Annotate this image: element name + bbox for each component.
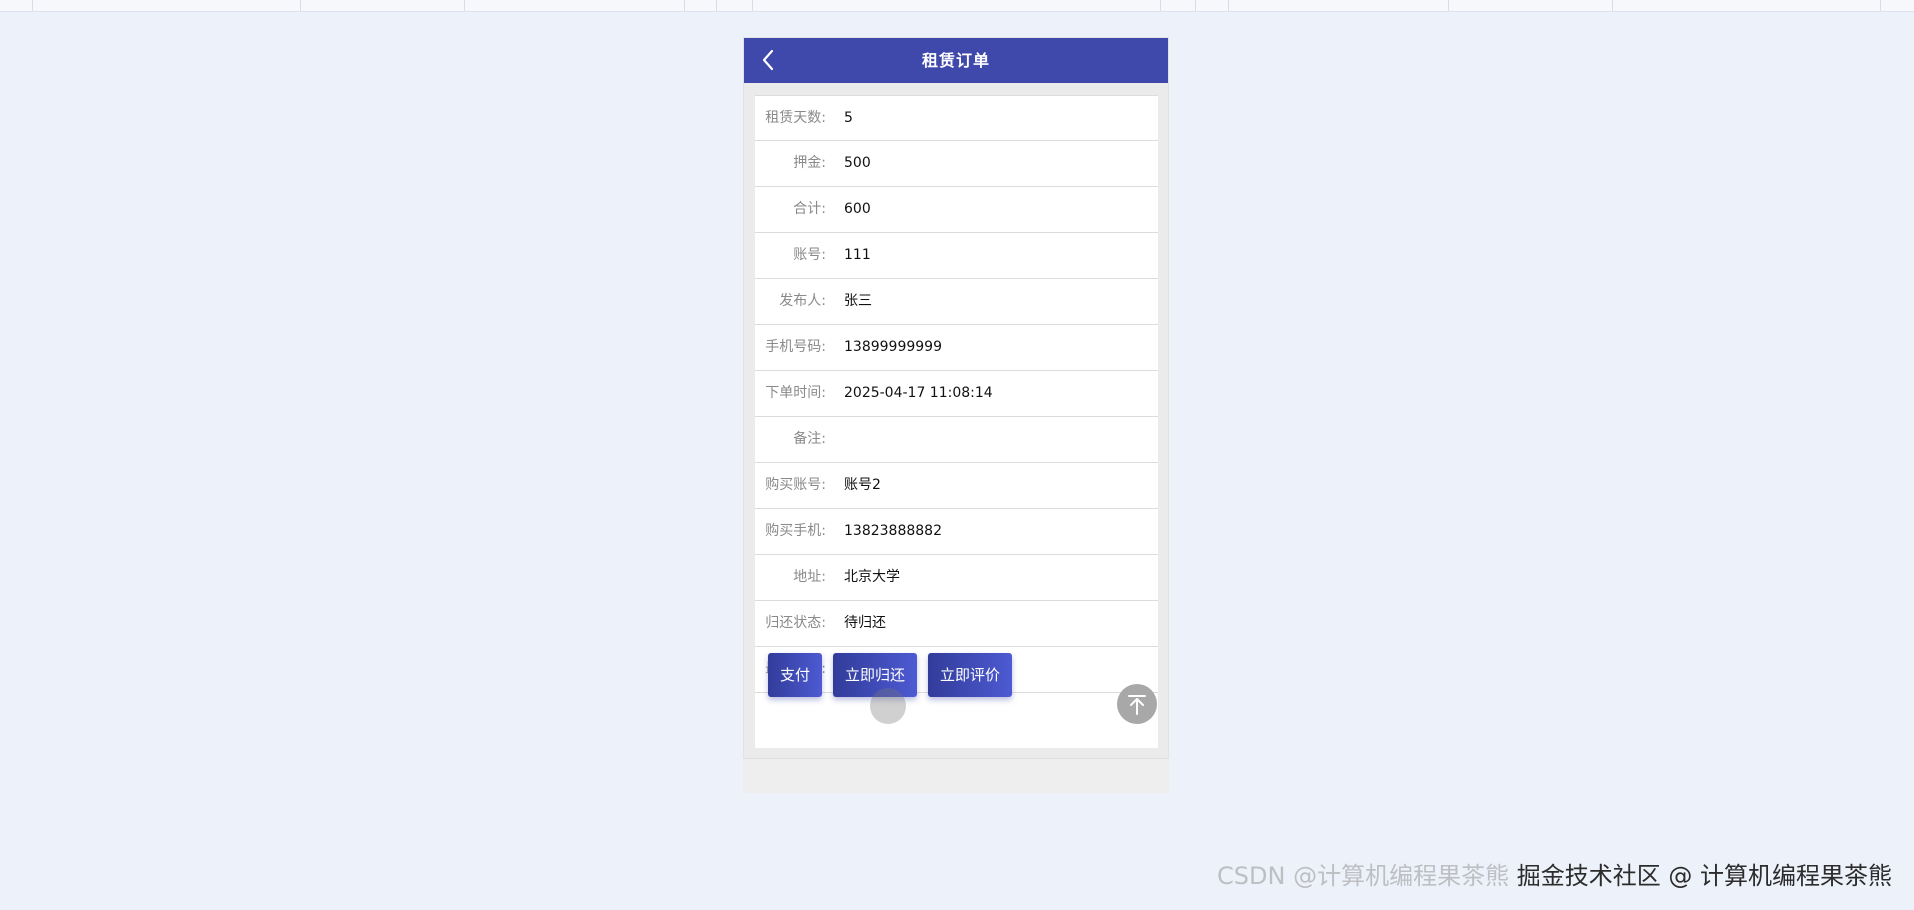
detail-row-phone: 手机号码: 13899999999 [755, 324, 1158, 369]
field-label: 租赁天数: [765, 110, 826, 126]
back-to-top-button[interactable] [1117, 684, 1157, 724]
phone-footer-bar [743, 758, 1169, 793]
page-title: 租赁订单 [921, 51, 990, 70]
field-label: 归还状态: [765, 615, 826, 631]
detail-row-buyer-phone: 购买手机: 13823888882 [755, 508, 1158, 553]
field-value: 待归还 [844, 615, 886, 631]
field-label: 发布人: [779, 293, 826, 309]
field-value: 2025-04-17 11:08:14 [844, 385, 993, 401]
detail-row-rental-days: 租赁天数: 5 [755, 95, 1158, 140]
detail-row-order-time: 下单时间: 2025-04-17 11:08:14 [755, 370, 1158, 415]
detail-row-account: 账号: 111 [755, 232, 1158, 277]
field-value: 13823888882 [844, 523, 942, 539]
watermark: CSDN @计算机编程果茶熊 掘金技术社区 @ 计算机编程果茶熊 [1217, 856, 1892, 891]
detail-row-total: 合计: 600 [755, 186, 1158, 231]
field-value: 111 [844, 247, 871, 263]
top-nav-bar: 租赁订单 [744, 38, 1168, 83]
field-value: 500 [844, 155, 871, 171]
detail-row-remark: 备注: [755, 416, 1158, 461]
top-table-strip [0, 0, 1914, 12]
field-value: 5 [844, 110, 853, 126]
field-label: 备注: [793, 431, 826, 447]
field-label: 购买手机: [765, 523, 826, 539]
field-value: 张三 [844, 293, 872, 309]
field-label: 账号: [793, 247, 826, 263]
table-column-divider [684, 0, 685, 11]
table-column-divider [716, 0, 717, 11]
pay-button[interactable]: 支付 [768, 653, 822, 697]
table-column-divider [1448, 0, 1449, 11]
field-label: 下单时间: [765, 385, 826, 401]
table-column-divider [464, 0, 465, 11]
detail-row-address: 地址: 北京大学 [755, 554, 1158, 599]
field-value: 账号2 [844, 477, 881, 493]
watermark-main-text: 掘金技术社区 @ 计算机编程果茶熊 [1516, 862, 1892, 890]
detail-row-publisher: 发布人: 张三 [755, 278, 1158, 323]
field-value: 600 [844, 201, 871, 217]
order-detail-panel: 租赁天数: 5 押金: 500 合计: 600 账号: 111 发布人: 张三 … [755, 95, 1158, 748]
review-now-button[interactable]: 立即评价 [928, 653, 1012, 697]
click-ripple [870, 688, 906, 724]
arrow-to-top-icon [1128, 695, 1146, 715]
table-column-divider [32, 0, 33, 11]
field-value: 13899999999 [844, 339, 942, 355]
return-now-button[interactable]: 立即归还 [833, 653, 917, 697]
field-label: 押金: [793, 155, 826, 171]
field-label: 手机号码: [765, 339, 826, 355]
table-column-divider [300, 0, 301, 11]
field-label: 合计: [793, 201, 826, 217]
field-label: 地址: [793, 569, 826, 585]
table-column-divider [1195, 0, 1196, 11]
detail-row-deposit: 押金: 500 [755, 140, 1158, 185]
table-column-divider [1880, 0, 1881, 11]
watermark-ghost-text: CSDN @计算机编程果茶熊 [1217, 862, 1510, 890]
table-column-divider [1228, 0, 1229, 11]
detail-row-return-status: 归还状态: 待归还 [755, 600, 1158, 645]
field-value: 北京大学 [844, 569, 900, 585]
field-label: 购买账号: [765, 477, 826, 493]
detail-row-buyer-account: 购买账号: 账号2 [755, 462, 1158, 507]
table-column-divider [1612, 0, 1613, 11]
table-column-divider [752, 0, 753, 11]
table-column-divider [1160, 0, 1161, 11]
